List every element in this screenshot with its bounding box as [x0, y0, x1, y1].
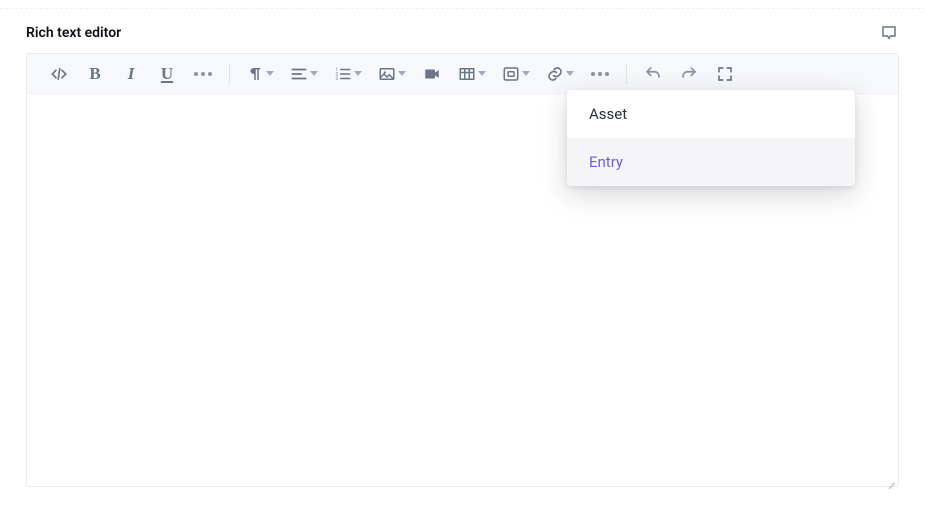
list-button[interactable]: 1 2 3	[330, 60, 366, 88]
align-button[interactable]	[286, 60, 322, 88]
toolbar-separator	[229, 64, 230, 84]
redo-icon	[680, 65, 698, 83]
chevron-down-icon	[354, 71, 362, 76]
more-text-formatting-button[interactable]	[189, 60, 217, 88]
chevron-down-icon	[310, 71, 318, 76]
resize-handle[interactable]	[884, 472, 896, 484]
bold-icon: B	[89, 65, 100, 82]
comments-button[interactable]	[879, 23, 899, 43]
svg-text:3: 3	[336, 76, 339, 82]
link-icon	[546, 65, 564, 83]
more-icon	[194, 72, 212, 76]
insert-video-button[interactable]	[418, 60, 446, 88]
insert-table-button[interactable]	[454, 60, 490, 88]
toolbar-separator	[626, 64, 627, 84]
undo-icon	[644, 65, 662, 83]
chevron-down-icon	[266, 71, 274, 76]
menu-item-entry[interactable]: Entry	[567, 138, 855, 186]
ordered-list-icon: 1 2 3	[334, 65, 352, 83]
section-divider	[0, 8, 925, 9]
editor-toolbar: B I U	[27, 54, 898, 94]
italic-button[interactable]: I	[117, 60, 145, 88]
more-icon	[591, 72, 609, 76]
comment-icon	[880, 24, 898, 42]
chevron-down-icon	[522, 71, 530, 76]
field-label: Rich text editor	[26, 25, 121, 41]
insert-embed-button[interactable]	[498, 60, 534, 88]
chevron-down-icon	[478, 71, 486, 76]
code-view-button[interactable]	[45, 60, 73, 88]
underline-icon: U	[161, 65, 173, 82]
align-left-icon	[290, 65, 308, 83]
embed-icon	[502, 65, 520, 83]
fullscreen-button[interactable]	[711, 60, 739, 88]
link-dropdown-menu: Asset Entry	[567, 90, 855, 186]
chevron-down-icon	[398, 71, 406, 76]
undo-button[interactable]	[639, 60, 667, 88]
menu-item-asset[interactable]: Asset	[567, 90, 855, 138]
menu-item-label: Asset	[589, 105, 627, 123]
underline-button[interactable]: U	[153, 60, 181, 88]
more-rich-button[interactable]	[586, 60, 614, 88]
paragraph-format-button[interactable]	[242, 60, 278, 88]
code-icon	[50, 65, 68, 83]
chevron-down-icon	[566, 71, 574, 76]
insert-link-button[interactable]	[542, 60, 578, 88]
fullscreen-icon	[716, 65, 734, 83]
table-icon	[458, 65, 476, 83]
menu-item-label: Entry	[589, 153, 623, 171]
insert-image-button[interactable]	[374, 60, 410, 88]
image-icon	[378, 65, 396, 83]
video-icon	[423, 65, 441, 83]
bold-button[interactable]: B	[81, 60, 109, 88]
redo-button[interactable]	[675, 60, 703, 88]
pilcrow-icon	[246, 65, 264, 83]
italic-icon: I	[128, 65, 135, 82]
